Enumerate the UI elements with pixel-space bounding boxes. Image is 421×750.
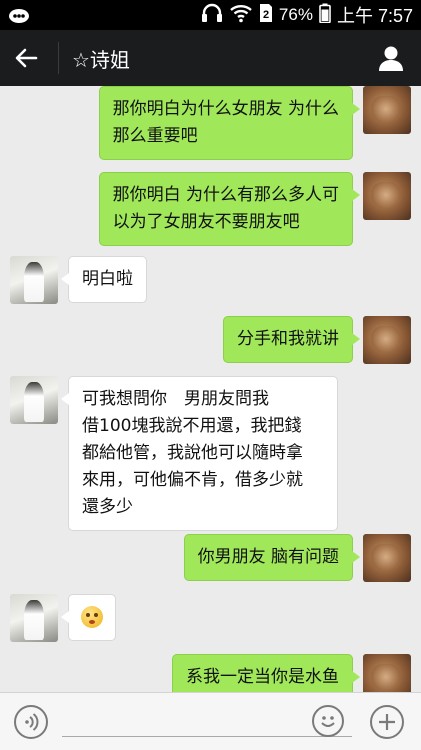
message-bubble[interactable]: 明白啦 <box>61 256 147 303</box>
chat-header: ☆诗姐 <box>0 30 421 86</box>
message-line: 以为了女朋友不要朋友吧 <box>112 212 300 232</box>
message-line: 明白啦 <box>82 269 133 289</box>
voice-icon[interactable] <box>14 705 48 739</box>
message-bubble[interactable]: 分手和我就讲 <box>223 316 360 363</box>
status-bar: 2 76% 上午 7:57 <box>0 0 421 30</box>
message-row: 那你明白 为什么有那么多人可 以为了女朋友不要朋友吧 <box>98 172 411 246</box>
message-row: 系我一定当你是水鱼 <box>172 654 411 692</box>
blushing-face-emoji <box>81 606 103 628</box>
message-bubble[interactable]: 你男朋友 脑有问题 <box>183 534 361 581</box>
notification-icon <box>8 6 30 24</box>
sim-icon: 2 <box>259 3 273 28</box>
clock: 上午 7:57 <box>336 6 413 26</box>
avatar[interactable] <box>10 594 58 642</box>
message-row: 那你明白为什么女朋友 为什么 那么重要吧 <box>98 86 411 160</box>
message-line: 那你明白 为什么有那么多人可 <box>112 185 339 205</box>
wifi-icon <box>229 3 253 28</box>
message-line: 你男朋友 脑有问题 <box>197 547 339 567</box>
avatar[interactable] <box>363 534 411 582</box>
message-row <box>10 594 116 642</box>
arrow-left-icon[interactable] <box>12 44 40 72</box>
message-line: 系我一定当你是水鱼 <box>186 667 339 687</box>
message-line: 都給他管，我說他可以隨時拿 <box>82 443 303 463</box>
chat-title: ☆诗姐 <box>72 48 130 72</box>
message-bubble[interactable]: 那你明白 为什么有那么多人可 以为了女朋友不要朋友吧 <box>98 172 361 246</box>
message-line: 借100塊我說不用還，我把錢 <box>82 416 302 436</box>
message-line: 可我想問你 男朋友問我 <box>82 389 269 409</box>
message-bubble[interactable]: 可我想問你 男朋友問我 借100塊我說不用還，我把錢 都給他管，我說他可以隨時拿… <box>61 376 338 531</box>
avatar[interactable] <box>363 316 411 364</box>
message-row: 分手和我就讲 <box>223 316 411 364</box>
message-line: 那么重要吧 <box>112 126 198 146</box>
message-bubble[interactable]: 那你明白为什么女朋友 为什么 那么重要吧 <box>98 86 361 160</box>
avatar[interactable] <box>10 376 58 424</box>
message-row: 你男朋友 脑有问题 <box>183 534 411 582</box>
smiley-icon[interactable] <box>312 705 344 737</box>
avatar[interactable] <box>363 654 411 692</box>
svg-text:2: 2 <box>263 9 269 21</box>
avatar[interactable] <box>10 256 58 304</box>
message-bubble[interactable] <box>61 594 116 641</box>
header-divider <box>58 42 59 74</box>
message-line: 分手和我就讲 <box>237 329 339 349</box>
message-line: 那你明白为什么女朋友 为什么 <box>112 99 339 119</box>
message-input[interactable] <box>62 705 352 737</box>
message-row: 可我想問你 男朋友問我 借100塊我說不用還，我把錢 都給他管，我說他可以隨時拿… <box>10 376 338 531</box>
battery-icon <box>319 3 331 28</box>
input-bar <box>0 692 421 750</box>
avatar[interactable] <box>363 86 411 134</box>
message-line: 還多少 <box>82 497 133 517</box>
avatar[interactable] <box>363 172 411 220</box>
battery-percent: 76% <box>278 5 313 24</box>
message-line: 來用，可他偏不肯，借多少就 <box>82 470 303 490</box>
headphones-icon <box>201 3 223 28</box>
person-icon[interactable] <box>377 44 405 72</box>
message-row: 明白啦 <box>10 256 147 304</box>
plus-icon[interactable] <box>370 705 404 739</box>
chat-area[interactable]: 那你明白为什么女朋友 为什么 那么重要吧 那你明白 为什么有那么多人可 以为了女… <box>0 86 421 692</box>
message-bubble[interactable]: 系我一定当你是水鱼 <box>172 654 360 692</box>
